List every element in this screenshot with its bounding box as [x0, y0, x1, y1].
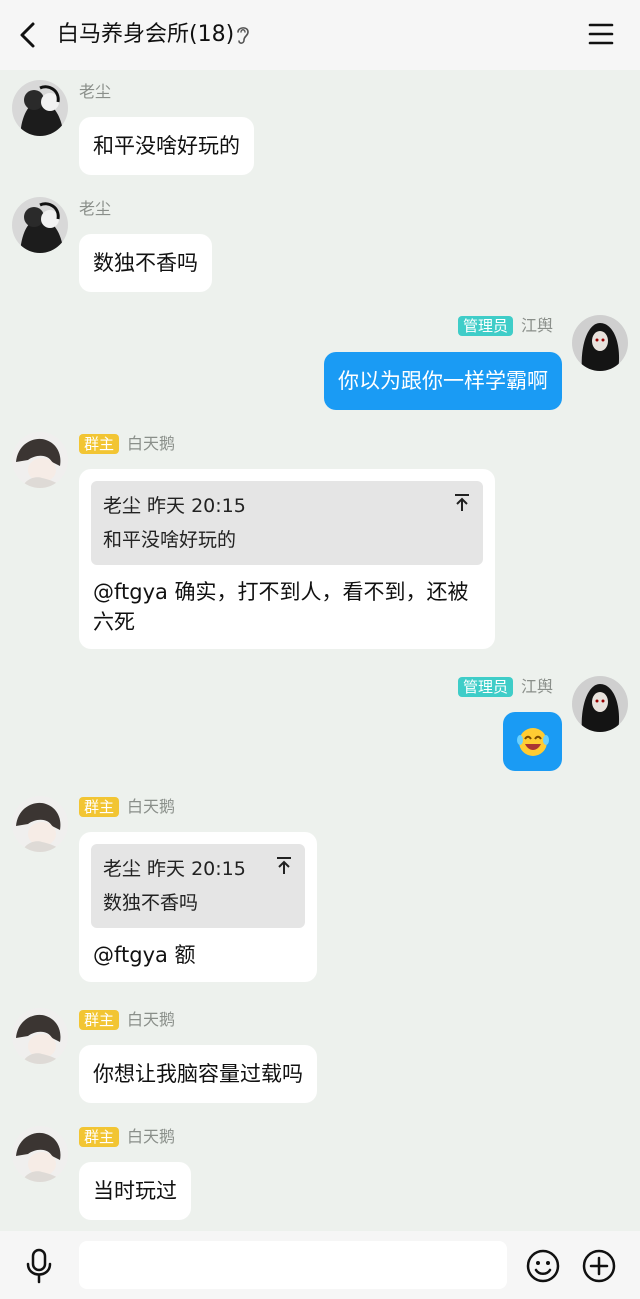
message-bubble[interactable]: 你以为跟你一样学霸啊: [324, 352, 562, 410]
sender-row: 管理员 江舆: [458, 316, 553, 336]
sender-row: 管理员 江舆: [458, 677, 553, 697]
microphone-icon[interactable]: [24, 1248, 54, 1284]
avatar[interactable]: [12, 1126, 68, 1182]
admin-badge: 管理员: [458, 316, 514, 336]
menu-icon[interactable]: [588, 21, 614, 47]
message-bubble[interactable]: 数独不香吗: [79, 234, 212, 292]
chat-title[interactable]: 白马养身会所(18): [57, 20, 234, 50]
jump-to-original-icon[interactable]: [275, 856, 293, 876]
avatar[interactable]: [12, 197, 68, 253]
owner-badge: 群主: [79, 434, 120, 454]
ear-icon: [237, 27, 249, 44]
owner-badge: 群主: [79, 1010, 120, 1030]
message-bubble[interactable]: 当时玩过: [79, 1162, 191, 1220]
sender-row: 老尘: [79, 199, 111, 219]
reply-text: @ftgya 确实，打不到人，看不到，还被六死: [93, 580, 469, 634]
owner-badge: 群主: [79, 797, 120, 817]
sender-row: 老尘: [79, 82, 111, 102]
emoji-icon[interactable]: [526, 1249, 560, 1283]
reply-text: @ftgya 额: [93, 943, 196, 967]
quote-meta: 老尘 昨天 20:15: [103, 495, 246, 517]
sender-name: 老尘: [79, 199, 112, 218]
chat-header: 白马养身会所(18): [0, 0, 640, 70]
quote-text: 和平没啥好玩的: [103, 529, 237, 551]
reply-message-bubble[interactable]: 老尘 昨天 20:15 数独不香吗 @ftgya 额: [79, 832, 317, 982]
plus-icon[interactable]: [582, 1249, 616, 1283]
sender-name: 白天鹅: [127, 1010, 176, 1029]
avatar[interactable]: [572, 315, 628, 371]
sender-name: 白天鹅: [127, 1127, 176, 1146]
message-input[interactable]: [79, 1241, 507, 1289]
message-bubble[interactable]: 和平没啥好玩的: [79, 117, 254, 175]
jump-to-original-icon[interactable]: [453, 493, 471, 513]
input-bar: [0, 1231, 640, 1299]
admin-badge: 管理员: [458, 677, 514, 697]
sender-name: 江舆: [521, 677, 554, 696]
emoji-message-bubble[interactable]: [503, 712, 562, 771]
quoted-message[interactable]: 老尘 昨天 20:15 数独不香吗: [91, 844, 305, 928]
sender-name: 白天鹅: [127, 797, 176, 816]
sender-row: 群主 白天鹅: [79, 434, 175, 454]
sender-name: 江舆: [521, 316, 554, 335]
avatar[interactable]: [572, 676, 628, 732]
reply-message-bubble[interactable]: 老尘 昨天 20:15 和平没啥好玩的 @ftgya 确实，打不到人，看不到，还…: [79, 469, 495, 649]
quote-text: 数独不香吗: [103, 892, 199, 914]
sender-name: 老尘: [79, 82, 112, 101]
message-bubble[interactable]: 你想让我脑容量过载吗: [79, 1045, 317, 1103]
sender-row: 群主 白天鹅: [79, 797, 175, 817]
sender-row: 群主 白天鹅: [79, 1127, 175, 1147]
owner-badge: 群主: [79, 1127, 120, 1147]
quoted-message[interactable]: 老尘 昨天 20:15 和平没啥好玩的: [91, 481, 483, 565]
quote-meta: 老尘 昨天 20:15: [103, 858, 246, 880]
sender-row: 群主 白天鹅: [79, 1010, 175, 1030]
back-chevron-icon[interactable]: [14, 20, 42, 50]
laugh-cry-emoji-icon: [517, 728, 549, 756]
sender-name: 白天鹅: [127, 434, 176, 453]
avatar[interactable]: [12, 796, 68, 852]
avatar[interactable]: [12, 80, 68, 136]
avatar[interactable]: [12, 432, 68, 488]
avatar[interactable]: [12, 1008, 68, 1064]
